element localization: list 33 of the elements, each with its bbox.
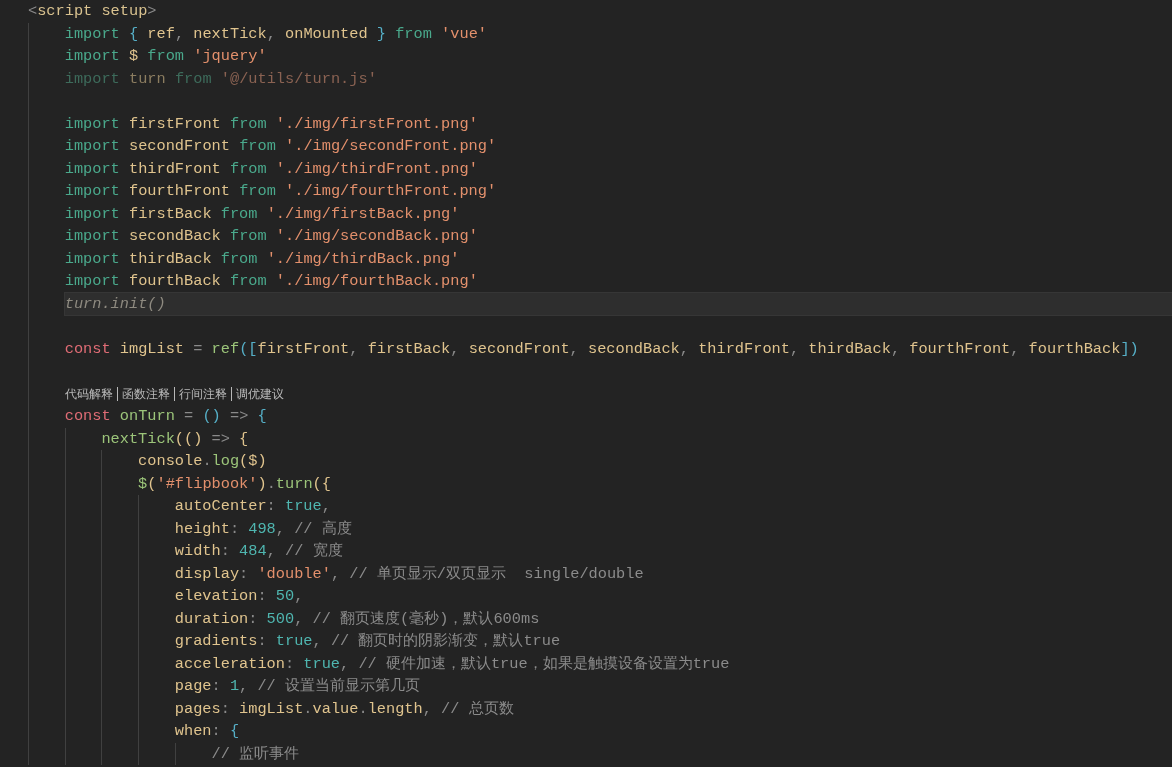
code-line: duration: 500, // 翻页速度(毫秒)，默认600ms [174,608,541,630]
code-line: $('#flipbook').turn({ [138,473,332,495]
code-line: elevation: 50, [174,586,305,607]
code-line: import secondBack from './img/secondBack.png' [64,226,479,247]
code-line: import firstBack from './img/firstBack.png' [64,203,461,225]
code-line: import $ from 'jquery' [64,46,268,67]
code-line: // 监听事件 [211,743,301,765]
code-line: import fourthFront from './img/fourthFront.png' [64,181,498,202]
codelens-link[interactable]: 代码解释 [64,384,113,403]
code-line: gradients: true, // 翻页时的阴影渐变，默认true [174,631,562,652]
code-line: acceleration: true, // 硬件加速，默认true，如果是触摸设备设置为true [174,653,731,675]
code-line: import { ref, nextTick, onMounted } from 'vue' [64,23,488,45]
code-line: page: 1, // 设置当前显示第几页 [174,676,421,697]
codelens-link[interactable]: 行间注释 [178,384,227,403]
code-line: import firstFront from './img/firstFront.png' [64,113,479,135]
code-line: import thirdBack from './img/thirdBack.png' [64,248,461,270]
code-line: nextTick(() => { [101,428,250,450]
code-line: import thirdFront from './img/thirdFront.png' [64,158,479,180]
code-line: console.log($) [138,451,268,472]
code-line: when: { [174,721,241,742]
code-line: const onTurn = () => { [64,406,268,427]
codelens-link[interactable]: 调优建议 [235,384,284,403]
code-line: display: 'double', // 单页显示/双页显示 single/double [174,563,645,585]
code-line: import secondFront from './img/secondFront.png' [64,136,498,157]
code-line: <script setup> [28,1,158,22]
code-line: width: 484, // 宽度 [174,541,344,562]
code-line: import fourthBack from './img/fourthBack.png' [64,271,479,292]
code-line: pages: imgList.value.length, // 总页数 [174,698,515,720]
code-line: autoCenter: true, [174,496,332,517]
code-line: const imgList = ref([firstFront, firstBack, secondFront, secondBack, thirdFront, thirdBack, fourthFront, fourthBack]) [64,338,1140,360]
code-line: height: 498, // 高度 [174,518,353,540]
codelens-link[interactable]: 函数注释 [121,384,170,403]
code-line: import turn from '@/utils/turn.js' [64,68,378,90]
